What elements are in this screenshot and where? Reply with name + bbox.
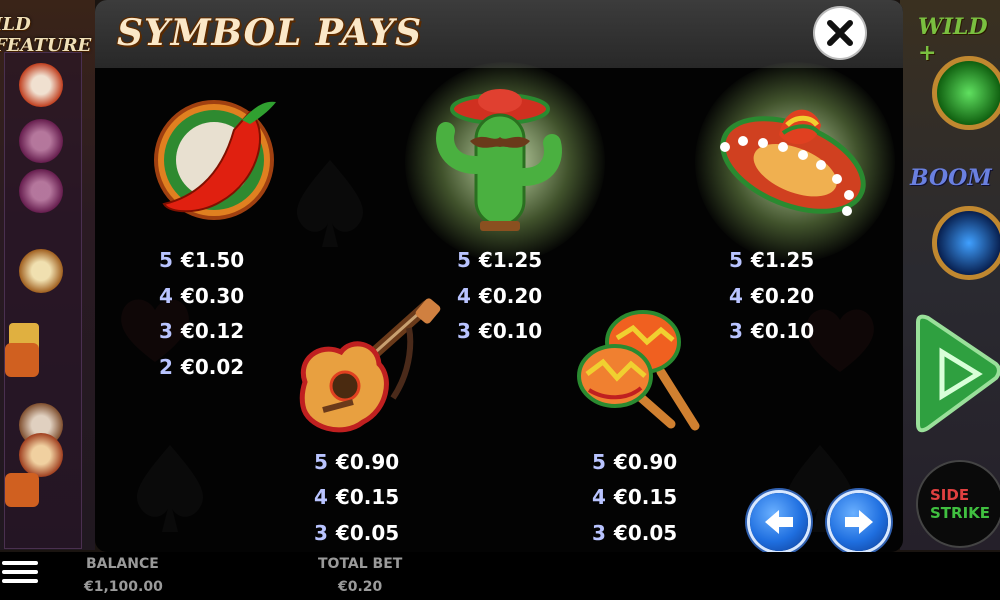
skull-symbol (19, 169, 63, 213)
pay-row: 4 €0.30 (159, 284, 245, 308)
pay-row: 5 €1.25 (457, 248, 543, 272)
side-strike-text: SIDE STRIKE (930, 486, 991, 522)
arrow-left-icon (765, 510, 793, 534)
pay-row: 2 €0.02 (159, 355, 245, 379)
pay-row: 3 €0.05 (314, 521, 400, 545)
arrow-right-icon (845, 510, 873, 534)
sombrero-symbol (720, 109, 866, 216)
symbol-pays-panel: SYMBOL PAYS 5 €1.50 4 €0.30 3 €0.12 2 €0.02 (95, 0, 903, 552)
skull-symbol (19, 119, 63, 163)
hamburger-line (2, 570, 38, 574)
pay-row: 4 €0.15 (592, 485, 678, 509)
skull-symbol (19, 433, 63, 477)
side-reel-strip (4, 52, 82, 549)
pay-row: 4 €0.15 (314, 485, 400, 509)
pay-row: 3 €0.10 (729, 319, 815, 343)
pay-row: 5 €1.50 (159, 248, 245, 272)
spin-play-button[interactable] (912, 312, 1000, 436)
lock-symbol (5, 343, 39, 377)
close-button[interactable] (815, 8, 865, 58)
pay-row: 4 €0.20 (729, 284, 815, 308)
lock-symbol (5, 473, 39, 507)
pay-row: 5 €1.25 (729, 248, 815, 272)
green-gem-icon (932, 56, 1000, 130)
hamburger-line (2, 561, 38, 565)
previous-page-button[interactable] (750, 493, 808, 551)
close-icon (827, 20, 853, 46)
menu-button[interactable] (2, 556, 38, 596)
pay-row: 3 €0.05 (592, 521, 678, 545)
boom-label: BOOM (910, 165, 992, 191)
maracas-symbol (577, 310, 700, 431)
pay-row: 5 €0.90 (314, 450, 400, 474)
skull-symbol (19, 63, 63, 107)
pay-row: 3 €0.12 (159, 319, 245, 343)
wild-feature-label: ILD FEATURE (0, 14, 92, 56)
background-right-features: WILD + BOOM (900, 0, 1000, 550)
cactus-symbol (436, 89, 562, 231)
next-page-button[interactable] (830, 493, 888, 551)
panel-title: SYMBOL PAYS (117, 12, 423, 54)
pay-row: 3 €0.10 (457, 319, 543, 343)
pay-row: 5 €0.90 (592, 450, 678, 474)
panel-header: SYMBOL PAYS (95, 0, 903, 68)
spade-ghost-icon (297, 160, 363, 247)
total-bet-label: TOTAL BET (318, 556, 403, 572)
hamburger-line (2, 579, 38, 583)
guitar-symbol (299, 298, 441, 433)
blue-gem-icon (932, 206, 1000, 280)
pay-row: 4 €0.20 (457, 284, 543, 308)
balance-label: BALANCE (86, 556, 159, 572)
chili-pepper-symbol (154, 100, 276, 220)
total-bet-value: €0.20 (338, 579, 383, 595)
balance-value: €1,100.00 (84, 579, 163, 595)
spade-ghost-icon (137, 445, 203, 532)
skull-symbol (19, 249, 63, 293)
background-left-reels: ILD FEATURE (0, 0, 95, 550)
